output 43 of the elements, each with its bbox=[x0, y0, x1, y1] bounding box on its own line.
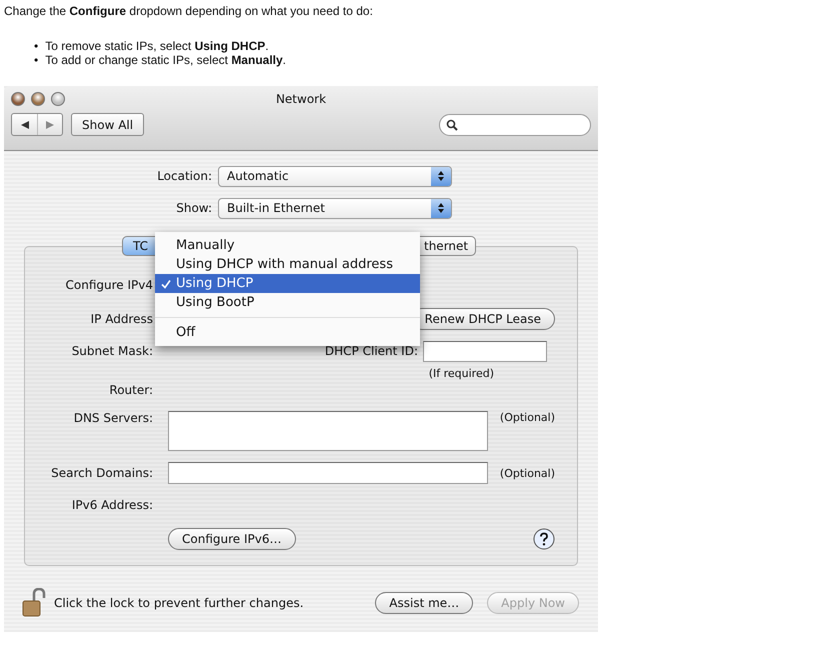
bullet-marker: • bbox=[34, 39, 38, 54]
hint-text: (Optional) bbox=[500, 411, 555, 424]
search-domains-field[interactable] bbox=[168, 462, 488, 484]
help-icon[interactable] bbox=[533, 528, 555, 550]
client-id-field[interactable] bbox=[423, 340, 547, 362]
show-all-button[interactable]: Show All bbox=[71, 113, 144, 136]
field-label: IPv6 Address: bbox=[70, 498, 153, 512]
tab[interactable]: TC bbox=[122, 236, 156, 256]
popup-label: Show: bbox=[175, 201, 212, 215]
field-label: Subnet Mask: bbox=[70, 344, 153, 358]
field-label: DHCP Client ID: bbox=[324, 344, 418, 358]
field-label: Router: bbox=[108, 383, 153, 397]
bullet-marker: • bbox=[34, 53, 38, 68]
hint-text: (Optional) bbox=[500, 466, 555, 480]
window-title: Network bbox=[276, 92, 326, 106]
left-arrow-icon bbox=[20, 120, 30, 130]
field-label: IP Address bbox=[90, 312, 153, 326]
field-label: Search Domains: bbox=[50, 466, 153, 480]
bullet-text: To remove static IPs, select Using DHCP. bbox=[45, 39, 269, 54]
zoom-button[interactable] bbox=[51, 92, 65, 106]
popup-menu[interactable]: Automatic bbox=[218, 166, 452, 186]
checkmark-icon bbox=[161, 278, 171, 288]
hint-text: (If required) bbox=[428, 366, 494, 380]
menu-item[interactable]: Using DHCP bbox=[155, 274, 420, 293]
close-button[interactable] bbox=[11, 92, 25, 106]
right-arrow-icon bbox=[45, 120, 55, 130]
configure-ipv6-button[interactable]: Configure IPv6… bbox=[168, 528, 296, 550]
dns-servers-field[interactable] bbox=[168, 411, 488, 451]
stepper-arrows-icon bbox=[437, 202, 445, 214]
search-field[interactable] bbox=[439, 114, 591, 136]
search-icon bbox=[446, 118, 458, 130]
stepper-arrows-icon bbox=[437, 170, 445, 182]
padlock-icon[interactable] bbox=[22, 588, 46, 618]
field-label: DNS Servers: bbox=[72, 411, 153, 425]
popup-menu[interactable]: Built-in Ethernet bbox=[218, 198, 452, 218]
bullet-text: To add or change static IPs, select Manually. bbox=[45, 53, 286, 68]
minimize-button[interactable] bbox=[31, 92, 45, 106]
footer-button[interactable]: Assist me… bbox=[375, 592, 474, 614]
lock-text: Click the lock to prevent further changes. bbox=[54, 596, 304, 610]
menu-item[interactable]: Using DHCP with manual address bbox=[155, 255, 420, 274]
field-label: Configure IPv4 bbox=[64, 278, 153, 292]
intro-text: Change the Configure dropdown depending on what you need to do: bbox=[4, 4, 374, 19]
popup-label: Location: bbox=[156, 169, 212, 183]
